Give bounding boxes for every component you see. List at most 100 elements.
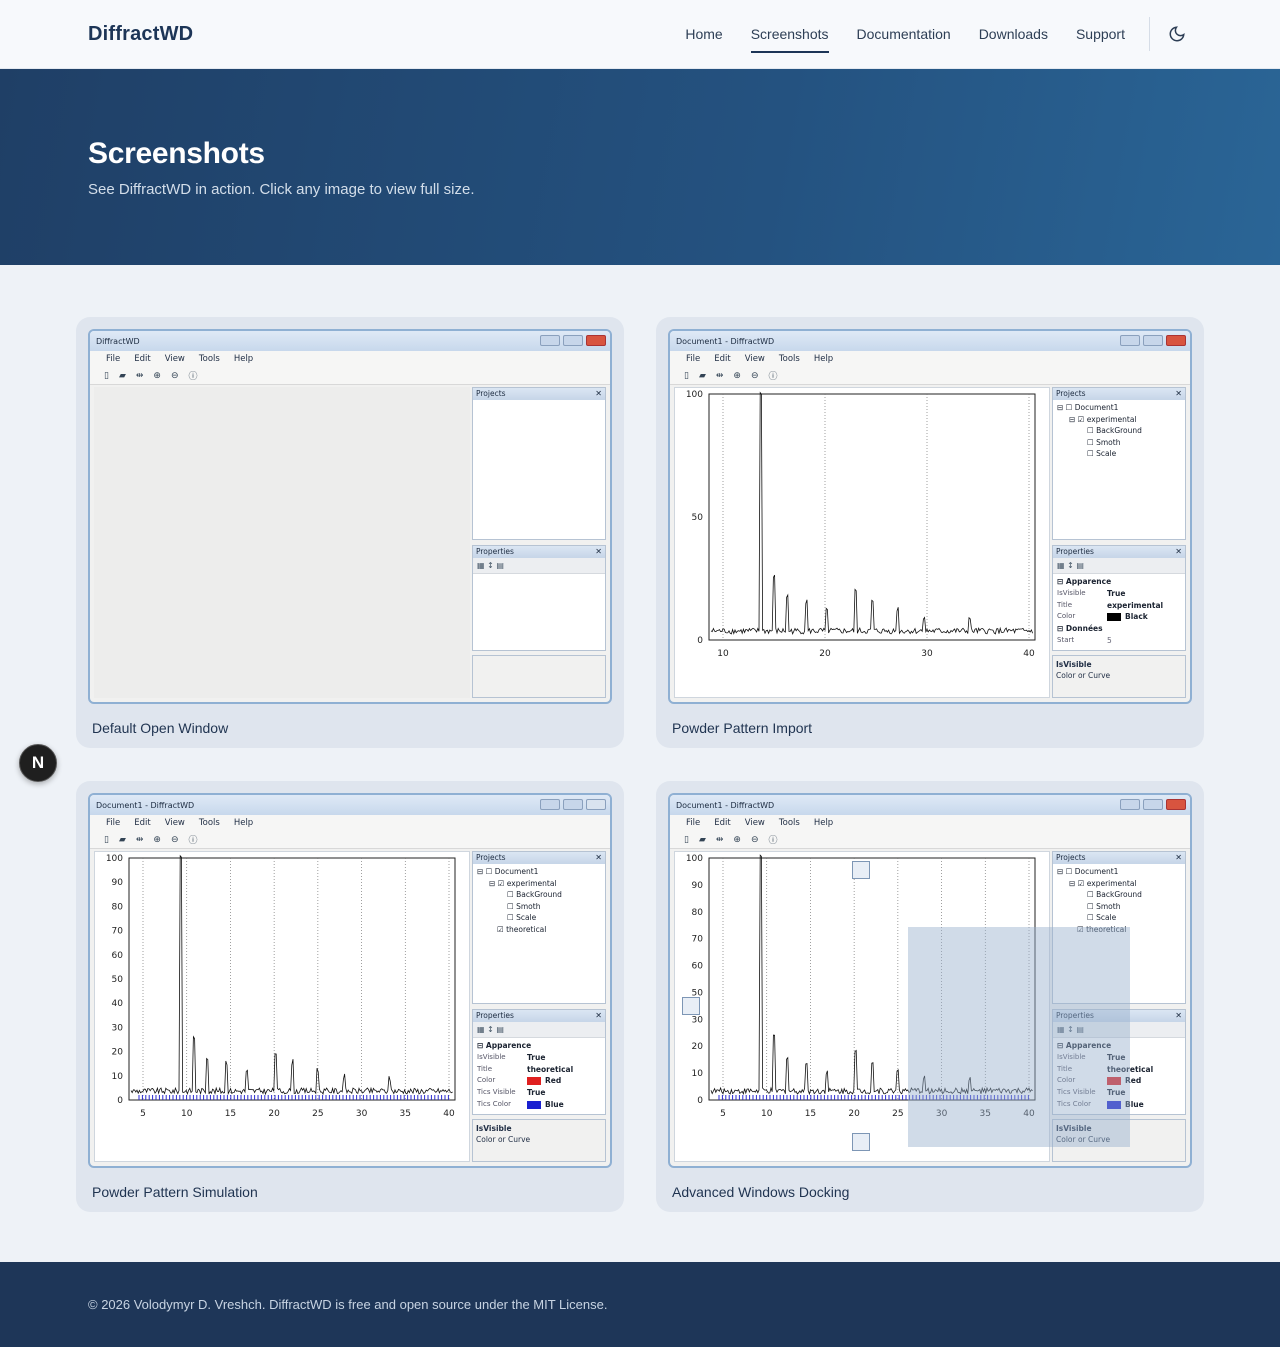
prop-key: Color <box>1057 612 1076 621</box>
x-tick-label: 20 <box>268 1109 280 1119</box>
menu-help: Help <box>233 818 254 828</box>
projects-pane-header: Projects <box>1053 852 1185 864</box>
x-tick-label: 10 <box>717 649 729 659</box>
menu-tools: Tools <box>198 818 220 828</box>
zoom-out-icon: ⊖ <box>170 834 179 845</box>
prop-row[interactable]: Tics Visible True <box>477 1087 601 1099</box>
new-file-icon: ▯ <box>104 370 109 381</box>
prop-row[interactable]: Start 5 <box>1057 635 1181 647</box>
dock-top-icon[interactable] <box>852 861 870 879</box>
prop-value-wrap: Red <box>527 1075 561 1087</box>
info-icon: ⓘ <box>768 836 778 846</box>
screenshot-card[interactable]: Document1 - DiffractWD File Edit View To… <box>656 317 1204 748</box>
tree-node[interactable]: ⊟ ☑ experimental <box>477 878 601 890</box>
window-menubar: File Edit View Tools Help <box>670 815 1190 831</box>
window-title: Document1 - DiffractWD <box>676 800 775 810</box>
x-tick-label: 10 <box>181 1109 193 1119</box>
window-title: DiffractWD <box>96 336 140 346</box>
menu-view: View <box>744 818 765 828</box>
floating-badge[interactable]: N <box>19 744 57 782</box>
pattern-plot: 100 50 0 10 20 30 40 <box>674 387 1050 698</box>
prop-row[interactable]: Color Black <box>1057 611 1181 623</box>
y-tick-label: 0 <box>697 636 703 646</box>
tree-node[interactable]: ☐ BackGround <box>1057 889 1181 901</box>
y-tick-label: 20 <box>112 1048 124 1058</box>
tree-label: Scale <box>1096 913 1117 922</box>
footer-copyright: © 2026 Volodymyr D. Vreshch. DiffractWD … <box>88 1297 608 1312</box>
properties-pane-header: Properties <box>473 546 605 558</box>
tree-node[interactable]: ☐ BackGround <box>1057 425 1181 437</box>
tree-node[interactable]: ☐ Scale <box>477 912 601 924</box>
y-tick-label: 100 <box>686 854 703 864</box>
dock-bottom-icon[interactable] <box>852 1133 870 1151</box>
open-folder-icon: ▰ <box>698 370 706 381</box>
window-titlebar: Document1 - DiffractWD <box>670 795 1190 815</box>
screenshot-image[interactable]: Document1 - DiffractWD File Edit View To… <box>668 793 1192 1168</box>
prop-key: Color <box>477 1076 496 1085</box>
tree-node[interactable]: ⊟ ☐ Document1 <box>1057 866 1181 878</box>
screenshot-card[interactable]: Document1 - DiffractWD File Edit View To… <box>76 781 624 1212</box>
prop-row[interactable]: Title theoretical <box>477 1064 601 1076</box>
screenshot-image[interactable]: DiffractWD File Edit View Tools Help ▯ ▰ ⇹… <box>88 329 612 704</box>
screenshot-image[interactable]: Document1 - DiffractWD File Edit View To… <box>88 793 612 1168</box>
projects-pane-header: Projects <box>473 388 605 400</box>
x-tick-label: 15 <box>225 1109 236 1119</box>
tree-node[interactable]: ☐ Scale <box>1057 912 1181 924</box>
close-icon <box>586 799 606 810</box>
new-file-icon: ▯ <box>684 370 689 381</box>
prop-value-wrap: Black <box>1107 611 1148 623</box>
tree-node[interactable]: ⊟ ☑ experimental <box>1057 414 1181 426</box>
x-tick-label: 20 <box>819 649 831 659</box>
menu-file: File <box>686 354 701 364</box>
prop-row[interactable]: IsVisible True <box>477 1052 601 1064</box>
prop-section-label: Apparence <box>1065 577 1112 586</box>
screenshot-gallery: DiffractWD File Edit View Tools Help ▯ ▰ ⇹… <box>76 317 1204 1212</box>
nav-screenshots[interactable]: Screenshots <box>750 20 829 53</box>
project-tree: ⊟ ☐ Document1 ⊟ ☑ experimental ☐ BackGro… <box>473 864 605 937</box>
minimize-icon <box>540 335 560 346</box>
tree-node[interactable]: ⊟ ☑ experimental <box>1057 878 1181 890</box>
tree-node[interactable]: ☐ Scale <box>1057 448 1181 460</box>
description-pane <box>472 655 606 698</box>
zoom-in-icon: ⊕ <box>733 370 741 381</box>
prop-row[interactable]: IsVisible True <box>1057 588 1181 600</box>
tree-node[interactable]: ☐ Smoth <box>477 901 601 913</box>
prop-row[interactable]: Color Red <box>477 1075 601 1087</box>
tree-node[interactable]: ⊟ ☐ Document1 <box>477 866 601 878</box>
tree-label: experimental <box>1086 878 1137 888</box>
tree-node[interactable]: ⊟ ☐ Document1 <box>1057 402 1181 414</box>
projects-pane-header: Projects <box>1053 388 1185 400</box>
prop-row[interactable]: Tics Color Blue <box>477 1099 601 1111</box>
theme-toggle-button[interactable] <box>1162 19 1192 49</box>
prop-value: True <box>527 1052 546 1062</box>
nav-downloads[interactable]: Downloads <box>979 20 1048 48</box>
screenshot-card[interactable]: Document1 - DiffractWD File Edit View To… <box>656 781 1204 1212</box>
menu-view: View <box>164 818 185 828</box>
card-caption: Powder Pattern Simulation <box>92 1184 258 1200</box>
window-titlebar: Document1 - DiffractWD <box>670 331 1190 351</box>
prop-value: 5 <box>1107 635 1112 645</box>
prop-row[interactable]: Title experimental <box>1057 600 1181 612</box>
brand-logo[interactable]: DiffractWD <box>88 23 193 46</box>
dock-left-icon[interactable] <box>682 997 700 1015</box>
tree-label: BackGround <box>1096 426 1142 435</box>
tree-node[interactable]: ☑ theoretical <box>477 924 601 936</box>
y-tick-label: 50 <box>112 975 124 985</box>
nav-support[interactable]: Support <box>1076 20 1125 48</box>
window-controls <box>540 335 606 346</box>
nav-home[interactable]: Home <box>685 20 722 48</box>
nav-documentation[interactable]: Documentation <box>857 20 951 48</box>
properties-pane: Properties ▦ ↕ ▤ ⊟ Apparence IsVisible Tr… <box>472 1009 606 1115</box>
y-tick-label: 40 <box>112 999 124 1009</box>
tree-node[interactable]: ☐ BackGround <box>477 889 601 901</box>
screenshot-image[interactable]: Document1 - DiffractWD File Edit View To… <box>668 329 1192 704</box>
x-tick-label: 25 <box>892 1109 903 1119</box>
prop-value: Blue <box>545 1099 564 1109</box>
menu-view: View <box>744 354 765 364</box>
zoom-out-icon: ⊖ <box>170 370 179 381</box>
tree-node[interactable]: ☐ Smoth <box>1057 901 1181 913</box>
screenshot-card[interactable]: DiffractWD File Edit View Tools Help ▯ ▰ ⇹… <box>76 317 624 748</box>
y-tick-label: 80 <box>112 902 124 912</box>
description-text: Color or Curve <box>476 1135 531 1144</box>
tree-node[interactable]: ☐ Smoth <box>1057 437 1181 449</box>
